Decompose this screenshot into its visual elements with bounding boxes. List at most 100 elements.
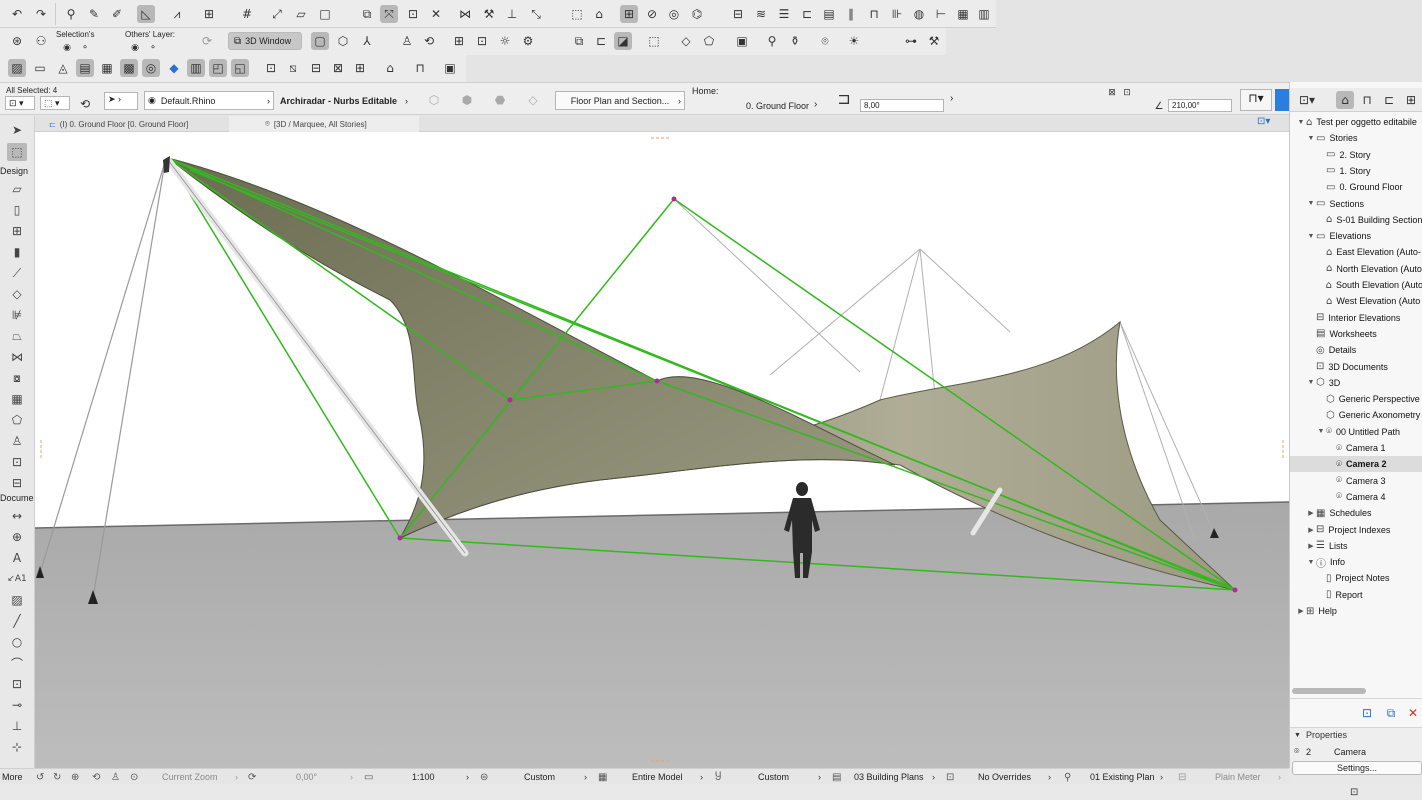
cross-icon[interactable]: ✕ <box>427 5 445 23</box>
syringe-icon[interactable]: ✐ <box>108 5 126 23</box>
window-tool[interactable]: ⊞ <box>7 222 27 240</box>
profile-icon[interactable]: ⊟ <box>729 5 747 23</box>
navigator-item[interactable]: ⌂ West Elevation (Auto <box>1290 293 1422 309</box>
navigator-item[interactable]: ⬡ Generic Perspective <box>1290 391 1422 407</box>
navigator-item[interactable]: ▭ 2. Story <box>1290 147 1422 163</box>
navigator-item[interactable]: ⌂ North Elevation (Auto <box>1290 261 1422 277</box>
copy-icon[interactable]: ⧉ <box>570 32 588 50</box>
column-tool[interactable]: ▮ <box>7 243 27 261</box>
railing-tool[interactable]: ⊟ <box>7 474 27 492</box>
marquee-tool[interactable]: ⬚ <box>7 143 27 161</box>
fill-icon-2[interactable]: ▭ <box>31 59 49 77</box>
wave-icon[interactable]: ≋ <box>752 5 770 23</box>
light-icon[interactable]: ☀ <box>845 32 863 50</box>
shell-tool[interactable]: ⋈ <box>7 348 27 366</box>
fill-icon-8[interactable]: ◆ <box>165 59 183 77</box>
camera-icon[interactable]: ⌾ <box>816 32 834 50</box>
tab-options-icon[interactable]: ⊡▾ <box>1257 116 1270 127</box>
eyedropper-icon[interactable]: ✎ <box>85 5 103 23</box>
marquee-icon[interactable]: ⬚ <box>645 32 663 50</box>
fill-icon-14[interactable]: ⊟ <box>307 59 325 77</box>
navigator-item[interactable]: ⌂ South Elevation (Auto <box>1290 277 1422 293</box>
rotate-icon[interactable]: ⟲ <box>76 95 94 113</box>
layer-combo[interactable]: Custom <box>524 769 555 785</box>
model-view[interactable]: Entire Model <box>632 769 683 785</box>
project-map-icon[interactable]: ⊡▾ <box>1298 91 1316 109</box>
fit-window-icon[interactable]: ⤧ <box>380 5 398 23</box>
navigator-item[interactable]: ▯ Project Notes <box>1290 570 1422 586</box>
selection-filter[interactable]: ⊡ ▾ <box>5 96 35 110</box>
tools-icon[interactable]: ⚒ <box>925 32 943 50</box>
disclosure-triangle-icon[interactable]: ▶ <box>1306 542 1316 550</box>
pointer-options-icon[interactable]: ⊛ <box>8 32 26 50</box>
navigator-item[interactable]: ▼ ▭ Elevations <box>1290 228 1422 244</box>
roof-icon[interactable]: ⊓ <box>865 5 883 23</box>
settings-button[interactable]: Settings... <box>1292 761 1422 775</box>
new-view-icon[interactable]: ⊡ <box>1358 704 1376 722</box>
disclosure-triangle-icon[interactable]: ▼ <box>1306 200 1316 207</box>
current-zoom[interactable]: Current Zoom <box>162 769 218 785</box>
zoom-in-icon[interactable]: ⊕ <box>71 769 79 785</box>
clone-view-icon[interactable]: ⧉ <box>1382 704 1400 722</box>
angle-input[interactable]: 210,00° <box>1168 99 1232 112</box>
disclosure-triangle-icon[interactable]: ▶ <box>1296 607 1306 615</box>
navigator-item[interactable]: ▭ 1. Story <box>1290 163 1422 179</box>
overrides-chevron-icon[interactable]: › <box>1048 769 1051 785</box>
renovation-filter[interactable]: 01 Existing Plan <box>1090 769 1155 785</box>
hotlink-icon[interactable]: ⌬ <box>688 5 706 23</box>
polyline-tool[interactable]: ⌒ <box>7 654 27 672</box>
properties-collapse-icon[interactable]: ▼ <box>1294 732 1301 739</box>
label-tool[interactable]: ↙A1 <box>7 570 27 588</box>
model-view-options[interactable]: 03 Building Plans <box>854 769 924 785</box>
navigator-item[interactable]: ▼ ⌾ 00 Untitled Path <box>1290 424 1422 440</box>
door-tool[interactable]: ▯ <box>7 201 27 219</box>
fill-icon-3[interactable]: ◬ <box>54 59 72 77</box>
settings-3d-icon[interactable]: ⚙ <box>519 32 537 50</box>
navigator-item[interactable]: ▶ ☰ Lists <box>1290 538 1422 554</box>
navigator-item[interactable]: ▼ ⓘ Info <box>1290 554 1422 570</box>
text-tool[interactable]: A <box>7 549 27 567</box>
navigator-item[interactable]: ⊡ 3D Documents <box>1290 359 1422 375</box>
view-mode-icon[interactable]: ▢ <box>311 32 329 50</box>
home-icon[interactable]: ⌂ <box>590 5 608 23</box>
fill-tool[interactable]: ▨ <box>7 591 27 609</box>
navigator-item[interactable]: ▶ ▦ Schedules <box>1290 505 1422 521</box>
pen-set-chevron-icon[interactable]: › <box>818 769 821 785</box>
render-icon[interactable]: ⚲ <box>763 32 781 50</box>
trim-icon[interactable]: ⋈ <box>456 5 474 23</box>
shape-2-icon[interactable]: ⬠ <box>700 32 718 50</box>
layers-icon[interactable]: ☰ <box>775 5 793 23</box>
elevation-tool[interactable]: ⊥ <box>7 717 27 735</box>
orbit-status-icon[interactable]: ⟲ <box>92 769 100 785</box>
home-chevron-icon[interactable]: › <box>814 99 817 110</box>
paste-special-icon[interactable]: ◪ <box>614 32 632 50</box>
layout-book-tab-icon[interactable]: ⊓ <box>1358 91 1376 109</box>
3d-viewport[interactable] <box>35 132 1289 768</box>
zone-tool[interactable]: ⊡ <box>7 453 27 471</box>
find-select-icon[interactable]: ⚲ <box>62 5 80 23</box>
beam-tool[interactable]: ⟋ <box>7 264 27 282</box>
book-icon[interactable]: ⊓ <box>411 59 429 77</box>
notification-icon[interactable]: ⊡ <box>1350 784 1358 800</box>
layer-edit-icon[interactable]: ⊘ <box>643 5 661 23</box>
calc-icon[interactable]: ▦ <box>954 5 972 23</box>
geometry-2-icon[interactable]: ⬢ <box>458 91 476 109</box>
navigator-scrollbar[interactable] <box>1292 688 1366 694</box>
zoom-field-icon[interactable]: ⊙ <box>130 769 138 785</box>
table-icon[interactable]: ▤ <box>820 5 838 23</box>
split-icon[interactable]: ⧉ <box>358 5 376 23</box>
rotation-angle[interactable]: 0,00° <box>296 769 317 785</box>
stair-icon[interactable]: ⊏ <box>798 5 816 23</box>
section-box-icon[interactable]: ⊞ <box>450 32 468 50</box>
column-icon[interactable]: ∥ <box>842 5 860 23</box>
group-icon[interactable]: ⊞ <box>620 5 638 23</box>
disclosure-triangle-icon[interactable]: ▼ <box>1316 428 1326 435</box>
orbit-icon[interactable]: ⟲ <box>420 32 438 50</box>
intersect-icon[interactable]: ⚒ <box>480 5 498 23</box>
modify-icon[interactable]: ⬚ <box>568 5 586 23</box>
navigator-item[interactable]: ⬡ Generic Axonometry <box>1290 407 1422 423</box>
geometry-4-icon[interactable]: ◇ <box>524 91 542 109</box>
selection-mode[interactable]: ⬚ ▾ <box>40 96 70 110</box>
cube-view-icon[interactable]: ⬡ <box>334 32 352 50</box>
navigator-item[interactable]: ▼ ⬡ 3D <box>1290 375 1422 391</box>
